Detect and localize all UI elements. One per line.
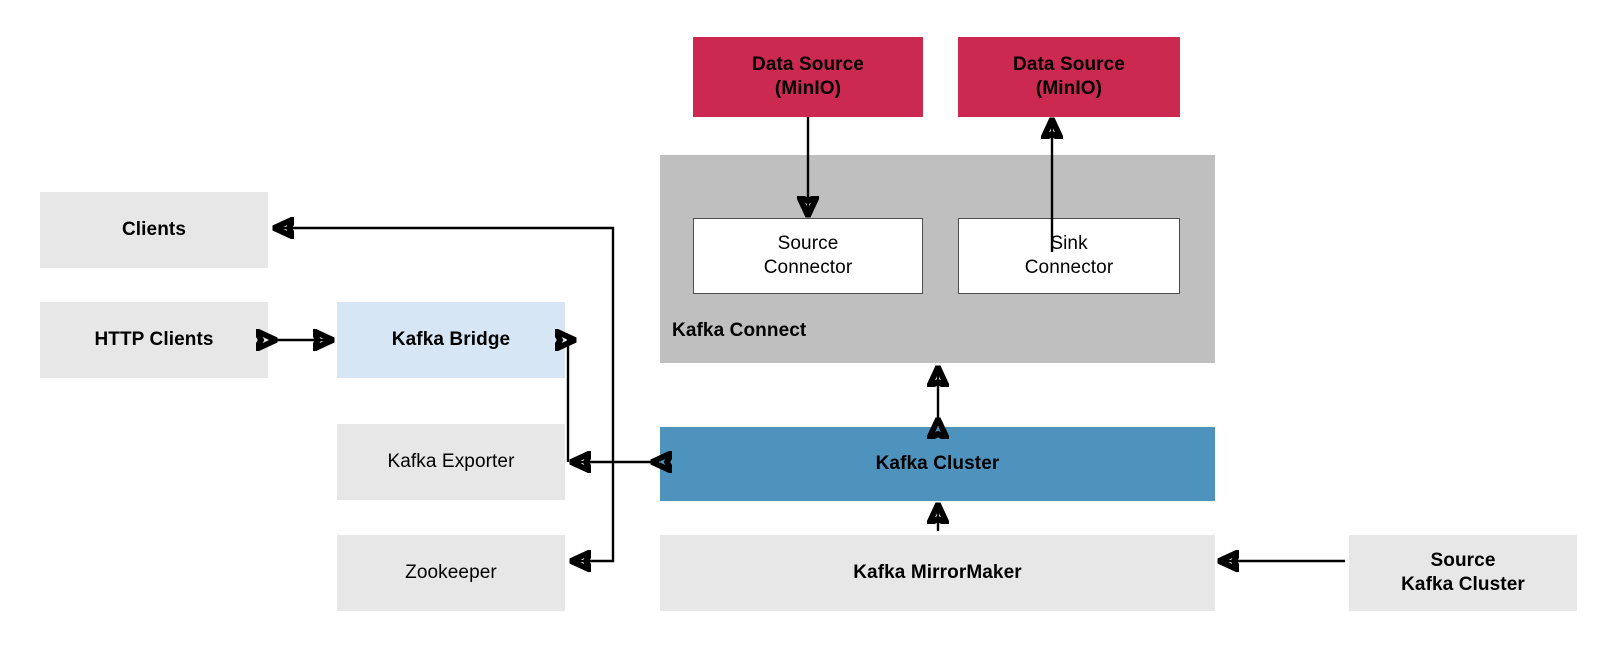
- node-kafka-exporter: Kafka Exporter: [337, 424, 565, 500]
- group-kafka-connect-label: Kafka Connect: [672, 320, 807, 341]
- node-http-clients: HTTP Clients: [40, 302, 268, 378]
- node-data-source-right: Data Source (MinIO): [958, 37, 1180, 117]
- edge-kafka-cluster-to-kafka-bridge: [568, 340, 573, 462]
- node-source-connector: Source Connector: [693, 218, 923, 294]
- node-kafka-mirrormaker: Kafka MirrorMaker: [660, 535, 1215, 611]
- node-source-kafka-cluster: Source Kafka Cluster: [1349, 535, 1577, 611]
- node-sink-connector: Sink Connector: [958, 218, 1180, 294]
- architecture-diagram: Kafka Connect Data Source (MinIO) Data S…: [0, 0, 1600, 650]
- node-clients: Clients: [40, 192, 268, 268]
- node-zookeeper: Zookeeper: [337, 535, 565, 611]
- node-kafka-cluster: Kafka Cluster: [660, 427, 1215, 501]
- node-data-source-left: Data Source (MinIO): [693, 37, 923, 117]
- edge-kafka-cluster-to-zookeeper: [573, 462, 615, 561]
- node-kafka-bridge: Kafka Bridge: [337, 302, 565, 378]
